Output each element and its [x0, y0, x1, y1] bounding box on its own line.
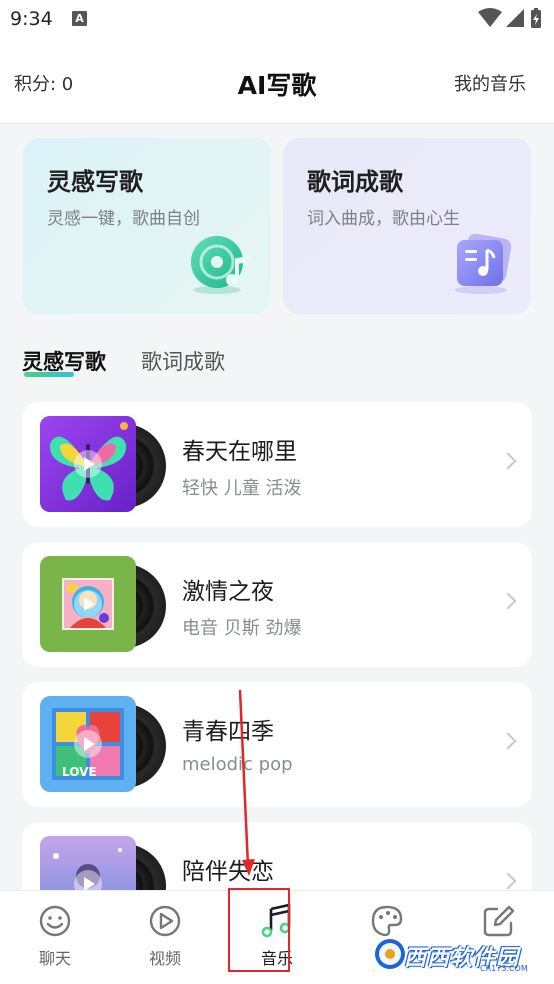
song-item[interactable]: 春天在哪里 轻快 儿童 活泼 [22, 402, 532, 527]
my-music-link[interactable]: 我的音乐 [454, 70, 526, 96]
song-tabs: 灵感写歌 歌词成歌 [22, 340, 422, 380]
nav-item-video[interactable]: 视频 [110, 891, 220, 984]
play-circle-icon [147, 903, 183, 943]
card-title: 歌词成歌 [307, 168, 403, 196]
chevron-right-icon [499, 872, 517, 890]
song-tags: 轻快 儿童 活泼 [182, 478, 302, 499]
signal-icon [506, 9, 524, 27]
status-icons [476, 7, 546, 35]
song-title: 陪伴失恋 [182, 859, 274, 885]
notification-icon: A [72, 11, 87, 26]
watermark-logo: 西西软件园 CR173.COM [372, 934, 542, 974]
card-subtitle: 灵感一键，歌曲自创 [47, 209, 200, 229]
wifi-icon [478, 8, 502, 27]
chevron-right-icon [499, 592, 517, 610]
song-title: 青春四季 [182, 719, 274, 745]
status-bar: 9:34 A [0, 0, 554, 40]
battery-icon [531, 8, 541, 28]
nav-label: 聊天 [38, 949, 71, 968]
nav-item-chat[interactable]: 聊天 [0, 891, 110, 984]
chevron-right-icon [499, 732, 517, 750]
points-label: 积分: 0 [14, 74, 74, 95]
song-item[interactable]: 激情之夜 电音 贝斯 劲爆 [22, 542, 532, 667]
lyrics-to-song-card[interactable]: 歌词成歌 词入曲成，歌由心生 [283, 138, 531, 314]
tab-lyrics[interactable]: 歌词成歌 [141, 346, 225, 376]
svg-text:LOVE: LOVE [62, 765, 97, 779]
watermark-sub: CR173.COM [480, 964, 528, 973]
song-item[interactable]: LOVE 青春四季 melodic pop [22, 682, 532, 807]
song-title: 激情之夜 [182, 579, 274, 605]
play-icon[interactable] [74, 450, 102, 478]
chevron-right-icon [499, 452, 517, 470]
app-header: 积分: 0 AI写歌 我的音乐 [0, 40, 554, 124]
card-title: 灵感写歌 [47, 168, 143, 196]
song-title: 春天在哪里 [182, 439, 297, 465]
status-time: 9:34 [10, 8, 53, 30]
music-disc-icon [187, 232, 257, 300]
card-subtitle: 词入曲成，歌由心生 [307, 209, 460, 229]
tab-active-indicator [24, 372, 74, 377]
song-tags: melodic pop [182, 754, 293, 775]
song-tags: 电音 贝斯 劲爆 [182, 618, 302, 639]
nav-label: 视频 [148, 949, 181, 968]
inspiration-song-card[interactable]: 灵感写歌 灵感一键，歌曲自创 [23, 138, 271, 314]
play-icon[interactable] [74, 590, 102, 618]
play-icon[interactable] [74, 730, 102, 758]
annotation-highlight-box [228, 888, 290, 972]
smile-chat-icon [37, 903, 73, 943]
music-note-card-icon [447, 232, 517, 300]
